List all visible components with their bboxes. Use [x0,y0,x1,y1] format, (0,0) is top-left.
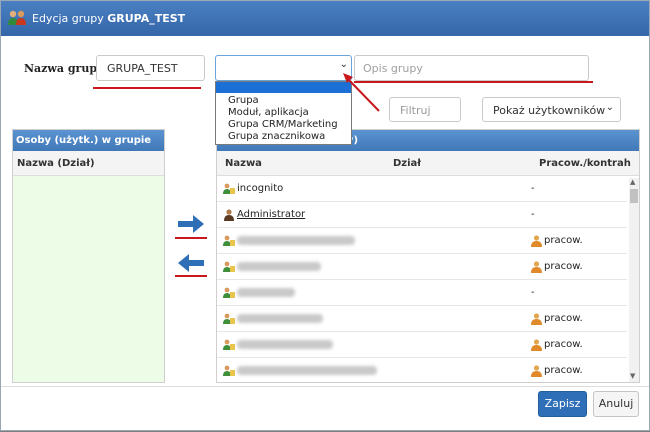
group-type-select[interactable]: ⌄ [215,55,352,81]
table-row[interactable]: pracow. [217,332,627,358]
group-members-header: Osoby (użytk.) w grupie [13,130,164,151]
column-name[interactable]: Nazwa [225,151,262,176]
employment-type: pracow. [544,365,583,376]
table-row[interactable]: pracow. [217,358,627,382]
blurred-user-name [237,236,355,245]
column-employment[interactable]: Pracow./kontrah [539,151,631,176]
dialog-title: Edycja grupy GRUPA_TEST [32,12,186,25]
user-group-icon [223,287,235,298]
dropdown-option-empty[interactable] [216,82,351,93]
users-group-icon [8,10,26,25]
employee-icon [531,261,542,273]
user-name-link[interactable]: Administrator [237,209,305,221]
employment-type: pracow. [544,313,583,324]
user-group-icon [223,183,235,194]
filter-input[interactable]: Filtruj [389,97,461,122]
add-to-group-arrow-icon[interactable] [176,213,206,235]
show-users-value: Pokaż użytkowników [493,104,606,117]
table-row[interactable]: - [217,280,627,306]
annotation-underline-name [93,87,201,89]
user-group-icon [223,235,235,246]
employment-type: pracow. [544,339,583,350]
employment-type: - [531,287,535,298]
table-row[interactable]: Administrator - [217,202,627,228]
show-users-select[interactable]: Pokaż użytkowników ⌄ [482,97,621,122]
group-members-list[interactable] [13,176,164,382]
blurred-user-name [237,366,377,375]
table-row[interactable]: pracow. [217,254,627,280]
blurred-user-name [237,262,321,271]
employment-type: - [531,209,535,220]
employee-icon [531,235,542,247]
group-edit-dialog: Edycja grupy GRUPA_TEST Nazwa grupy: GRU… [0,0,650,431]
dropdown-option-grupa-znacznikowa[interactable]: Grupa znacznikowa [228,131,325,143]
user-group-icon [223,261,235,272]
user-group-icon [223,365,235,376]
available-users-column-header: Nazwa Dział Pracow./kontrah [217,151,639,176]
user-group-icon [223,313,235,324]
scroll-up-icon[interactable]: ▲ [630,178,635,186]
employee-icon [531,339,542,351]
employment-type: - [531,183,535,194]
chevron-down-icon: ⌄ [605,102,614,113]
annotation-underline-remove-arrow [175,275,207,277]
employee-icon [531,313,542,325]
group-description-input[interactable]: Opis grupy [354,55,589,81]
employment-type: pracow. [544,235,583,246]
cancel-button[interactable]: Anuluj [593,391,639,417]
group-name-input[interactable]: GRUPA_TEST [96,55,205,81]
group-members-column-name[interactable]: Nazwa (Dział) [13,151,164,176]
users-list-scrollbar[interactable]: ▲ ▼ [629,178,639,382]
dropdown-option-modul-aplikacja[interactable]: Moduł, aplikacja [228,107,309,119]
group-name-label: Nazwa grupy: [24,62,108,75]
employment-type: pracow. [544,261,583,272]
table-row[interactable]: pracow. [217,228,627,254]
dialog-titlebar: Edycja grupy GRUPA_TEST [1,1,649,36]
dropdown-option-grupa-crm-marketing[interactable]: Grupa CRM/Marketing [228,119,338,131]
group-members-panel: Osoby (użytk.) w grupie Nazwa (Dział) [12,129,165,383]
save-button[interactable]: Zapisz [538,391,587,417]
available-users-panel: cy) Nazwa Dział Pracow./kontrah incognit… [216,129,640,383]
table-row[interactable]: pracow. [217,306,627,332]
blurred-user-name [237,288,295,297]
admin-user-icon [224,209,234,221]
annotation-underline-description [354,81,593,83]
remove-from-group-arrow-icon[interactable] [176,252,206,274]
user-group-icon [223,339,235,350]
scrollbar-thumb[interactable] [630,189,638,203]
blurred-user-name [237,340,333,349]
scroll-down-icon[interactable]: ▼ [630,372,635,380]
column-department[interactable]: Dział [393,151,421,176]
user-name: incognito [237,183,284,194]
dropdown-option-grupa[interactable]: Grupa [228,95,259,107]
available-users-list: incognito - Administrator - pracow. prac… [217,176,627,382]
chevron-down-icon: ⌄ [339,59,348,70]
table-row[interactable]: incognito - [217,176,627,202]
employee-icon [531,365,542,377]
blurred-user-name [237,314,323,323]
annotation-underline-add-arrow [175,237,207,239]
group-type-dropdown: Grupa Moduł, aplikacja Grupa CRM/Marketi… [215,81,352,145]
